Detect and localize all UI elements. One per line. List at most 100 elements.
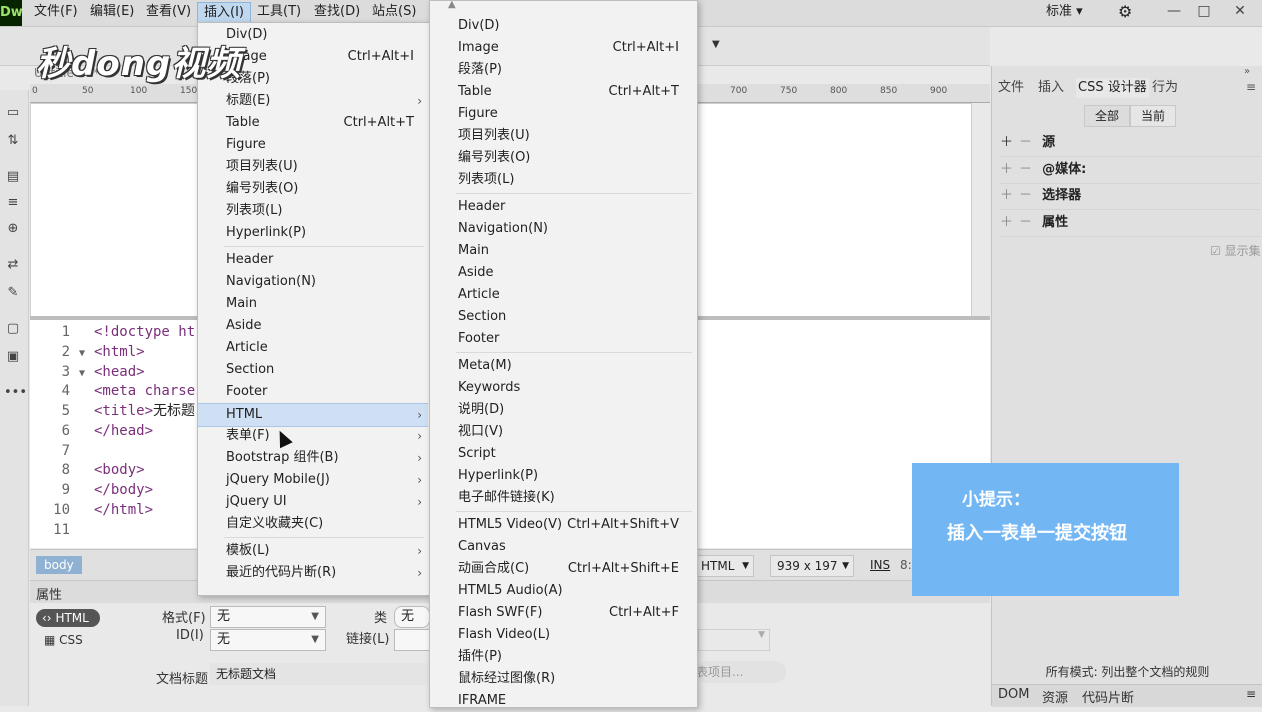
menu-item-aside[interactable]: Aside (430, 262, 695, 284)
menu-item-鼠标经过图像[interactable]: 鼠标经过图像(R) (430, 668, 695, 690)
menu-insert[interactable]: 插入(I) (197, 2, 251, 24)
workspace-switcher[interactable]: 标准 ▾ (1046, 2, 1083, 22)
link-input[interactable] (394, 629, 430, 651)
tab-snippets[interactable]: 代码片断 (1082, 687, 1134, 706)
html-mode-button[interactable]: ‹› HTML (36, 609, 100, 627)
file-icon[interactable]: ▭ (4, 104, 22, 122)
minus-icon[interactable]: － (1019, 135, 1032, 150)
indent-icon[interactable]: ≡ (4, 194, 22, 212)
menu-file[interactable]: 文件(F) (28, 2, 84, 22)
css-mode-button[interactable]: ▦ CSS (44, 633, 83, 647)
section-selectors[interactable]: ＋ － 选择器 (1000, 183, 1260, 210)
menu-item-section[interactable]: Section (430, 306, 695, 328)
arrows-icon[interactable]: ⇄ (4, 256, 22, 274)
tab-css-designer[interactable]: CSS 设计器 (1076, 78, 1149, 98)
menu-item-table[interactable]: Table Ctrl+Alt+T (430, 81, 695, 103)
menu-item-html5-video[interactable]: HTML5 Video(V) Ctrl+Alt+Shift+V (430, 514, 695, 536)
menu-item-编号列表[interactable]: 编号列表(O) (430, 147, 695, 169)
collapse-icon[interactable]: » (1244, 66, 1250, 77)
current-button[interactable]: 当前 (1130, 105, 1177, 127)
menu-item-navigation[interactable]: Navigation(N) (198, 271, 428, 293)
maximize-button[interactable]: □ (1190, 0, 1218, 24)
minus-icon[interactable]: － (1019, 188, 1032, 203)
menu-item-自定义收藏夹[interactable]: 自定义收藏夹(C) (198, 513, 428, 535)
close-button[interactable]: ✕ (1226, 0, 1254, 24)
menu-item-aside[interactable]: Aside (198, 315, 428, 337)
menu-item-模板[interactable]: 模板(L) › (198, 540, 428, 562)
menu-item-视口[interactable]: 视口(V) (430, 421, 695, 443)
target-select[interactable]: ▼ (698, 629, 770, 651)
more-icon[interactable]: ••• (4, 384, 27, 402)
menu-icon[interactable]: ≡ (1246, 80, 1256, 94)
menu-item-动画合成[interactable]: 动画合成(C) Ctrl+Alt+Shift+E (430, 558, 695, 580)
menu-item-navigation[interactable]: Navigation(N) (430, 218, 695, 240)
section-sources[interactable]: ＋ － 源 (1000, 130, 1260, 157)
menu-item-表单[interactable]: 表单(F) › (198, 425, 428, 447)
menu-item-项目列表[interactable]: 项目列表(U) (430, 125, 695, 147)
menu-item-hyperlink[interactable]: Hyperlink(P) (198, 222, 428, 244)
menu-item-figure[interactable]: Figure (430, 103, 695, 125)
menu-item-div[interactable]: Div(D) (430, 15, 695, 37)
menu-item-main[interactable]: Main (198, 293, 428, 315)
menu-item-script[interactable]: Script (430, 443, 695, 465)
menu-item-jquery-ui[interactable]: jQuery UI › (198, 491, 428, 513)
menu-item-电子邮件链接[interactable]: 电子邮件链接(K) (430, 487, 695, 509)
menu-item-figure[interactable]: Figure (198, 134, 428, 156)
menu-item-main[interactable]: Main (430, 240, 695, 262)
list-item-button[interactable]: 表项目... (696, 661, 786, 683)
scroll-up-arrow-icon[interactable]: ▲ (448, 0, 456, 10)
menu-item-footer[interactable]: Footer (198, 381, 428, 403)
tab-behaviors[interactable]: 行为 (1152, 78, 1178, 98)
menu-item-meta[interactable]: Meta(M) (430, 355, 695, 377)
menu-item-html[interactable]: HTML › (198, 403, 428, 427)
menu-item-flash-video[interactable]: Flash Video(L) (430, 624, 695, 646)
menu-item-keywords[interactable]: Keywords (430, 377, 695, 399)
menu-item-table[interactable]: Table Ctrl+Alt+T (198, 112, 428, 134)
section-properties[interactable]: ＋ － 属性 (1000, 210, 1260, 237)
plus-icon[interactable]: ＋ (1000, 135, 1013, 150)
menu-edit[interactable]: 编辑(E) (84, 2, 140, 22)
format-select[interactable]: 无 ▼ (210, 606, 326, 628)
minimize-button[interactable]: — (1160, 0, 1188, 24)
brush-icon[interactable]: ✎ (4, 284, 22, 302)
menu-item-编号列表[interactable]: 编号列表(O) (198, 178, 428, 200)
tab-files[interactable]: 文件 (998, 78, 1024, 98)
menu-item-列表项[interactable]: 列表项(L) (198, 200, 428, 222)
gear-icon[interactable]: ⚙ (1118, 2, 1132, 21)
menu-item-标题[interactable]: 标题(E) › (198, 90, 428, 112)
tag-selector-body[interactable]: body (36, 556, 82, 574)
menu-site[interactable]: 站点(S) (366, 2, 422, 22)
insert-mode-indicator[interactable]: INS (870, 558, 890, 572)
window-size-select[interactable]: 939 x 197 ▼ (770, 555, 854, 577)
sort-icon[interactable]: ⇅ (4, 132, 22, 150)
chevron-down-icon[interactable]: ▼ (712, 39, 720, 50)
menu-item-flash-swf[interactable]: Flash SWF(F) Ctrl+Alt+F (430, 602, 695, 624)
section-media[interactable]: ＋ － @媒体: (1000, 157, 1260, 184)
menu-item-article[interactable]: Article (198, 337, 428, 359)
menu-item-header[interactable]: Header (198, 249, 428, 271)
tab-assets[interactable]: 资源 (1042, 687, 1068, 706)
all-button[interactable]: 全部 (1084, 105, 1131, 127)
menu-item-项目列表[interactable]: 项目列表(U) (198, 156, 428, 178)
comment-icon[interactable]: ▢ (4, 320, 22, 338)
menu-item-footer[interactable]: Footer (430, 328, 695, 350)
minus-icon[interactable]: － (1019, 215, 1032, 230)
language-select[interactable]: HTML ▼ (694, 555, 754, 577)
plus-icon[interactable]: ＋ (1000, 188, 1013, 203)
show-set-checkbox[interactable]: ☑ 显示集 (1210, 242, 1261, 259)
minus-icon[interactable]: － (1019, 162, 1032, 177)
menu-item-插件[interactable]: 插件(P) (430, 646, 695, 668)
menu-item-说明[interactable]: 说明(D) (430, 399, 695, 421)
page-icon[interactable]: ▤ (4, 168, 22, 186)
menu-item-article[interactable]: Article (430, 284, 695, 306)
menu-item-段落[interactable]: 段落(P) (430, 59, 695, 81)
menu-view[interactable]: 查看(V) (140, 2, 197, 22)
tab-dom[interactable]: DOM (998, 687, 1029, 702)
menu-item-jquery-mobile[interactable]: jQuery Mobile(J) › (198, 469, 428, 491)
menu-tools[interactable]: 工具(T) (251, 2, 307, 22)
menu-item-iframe[interactable]: IFRAME (430, 690, 695, 712)
menu-item-section[interactable]: Section (198, 359, 428, 381)
menu-item-hyperlink[interactable]: Hyperlink(P) (430, 465, 695, 487)
target-icon[interactable]: ⊕ (4, 220, 22, 238)
class-select[interactable]: 无 (394, 606, 430, 628)
